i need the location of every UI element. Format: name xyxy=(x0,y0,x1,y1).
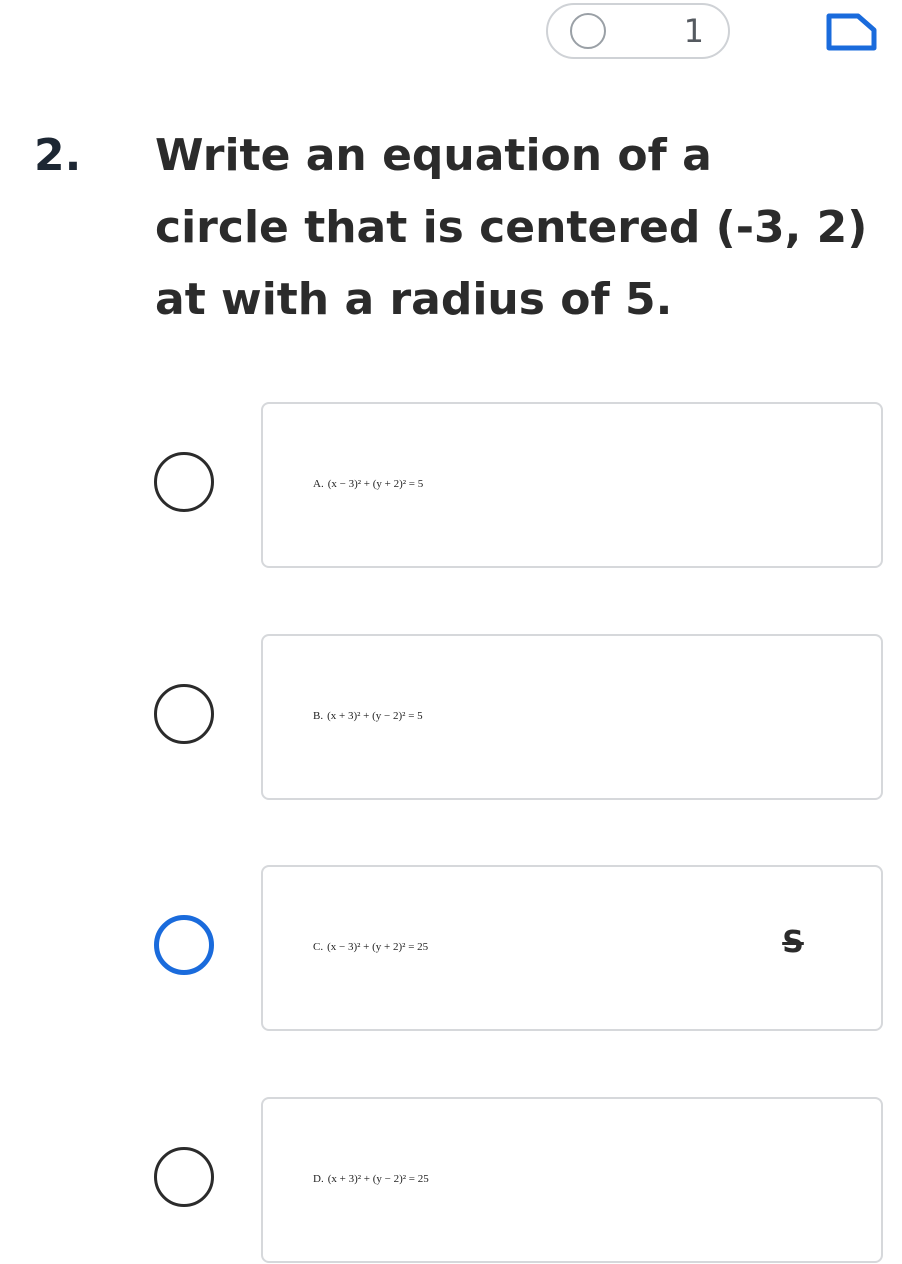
option-c-letter: C. xyxy=(313,941,324,953)
option-c-radio[interactable] xyxy=(154,915,214,975)
question-line-3: at with a radius of 5. xyxy=(155,274,673,325)
option-c-equation: (x − 3)² + (y + 2)² = 25 xyxy=(327,941,429,953)
option-d-text: D. (x + 3)² + (y − 2)² = 25 xyxy=(313,1171,429,1187)
strikethrough-icon: S xyxy=(782,925,804,960)
option-a-card[interactable]: A. (x − 3)² + (y + 2)² = 5 xyxy=(261,402,883,568)
option-b: B. (x + 3)² + (y − 2)² = 5 xyxy=(0,634,902,800)
question-number: 2. xyxy=(34,130,82,181)
option-d: D. (x + 3)² + (y − 2)² = 25 xyxy=(0,1097,902,1263)
option-b-letter: B. xyxy=(313,710,324,722)
question-text: Write an equation of a circle that is ce… xyxy=(155,120,895,336)
option-d-card[interactable]: D. (x + 3)² + (y − 2)² = 25 xyxy=(261,1097,883,1263)
option-c-text: C. (x − 3)² + (y + 2)² = 25 xyxy=(313,939,428,955)
option-c-card[interactable]: C. (x − 3)² + (y + 2)² = 25 S xyxy=(261,865,883,1031)
option-a-letter: A. xyxy=(313,478,324,490)
option-a: A. (x − 3)² + (y + 2)² = 5 xyxy=(0,402,902,568)
option-b-text: B. (x + 3)² + (y − 2)² = 5 xyxy=(313,708,423,724)
option-a-equation: (x − 3)² + (y + 2)² = 5 xyxy=(327,478,424,490)
option-d-letter: D. xyxy=(313,1173,324,1185)
bookmark-flag-icon[interactable] xyxy=(824,12,878,52)
option-d-equation: (x + 3)² + (y − 2)² = 25 xyxy=(327,1173,429,1185)
option-b-card[interactable]: B. (x + 3)² + (y − 2)² = 5 xyxy=(261,634,883,800)
option-a-text: A. (x − 3)² + (y + 2)² = 5 xyxy=(313,476,423,492)
question-line-1: Write an equation of a xyxy=(155,130,712,181)
question-progress-pill[interactable]: 1 xyxy=(546,3,730,59)
empty-circle-icon xyxy=(570,13,606,49)
option-b-radio[interactable] xyxy=(154,684,214,744)
option-d-radio[interactable] xyxy=(154,1147,214,1207)
question-line-2: circle that is centered (-3, 2) xyxy=(155,202,868,253)
option-a-radio[interactable] xyxy=(154,452,214,512)
option-c: C. (x − 3)² + (y + 2)² = 25 S xyxy=(0,865,902,1031)
question-progress-number: 1 xyxy=(683,12,704,50)
option-b-equation: (x + 3)² + (y − 2)² = 5 xyxy=(327,710,423,722)
option-c-eliminate-button[interactable]: S xyxy=(771,921,815,965)
